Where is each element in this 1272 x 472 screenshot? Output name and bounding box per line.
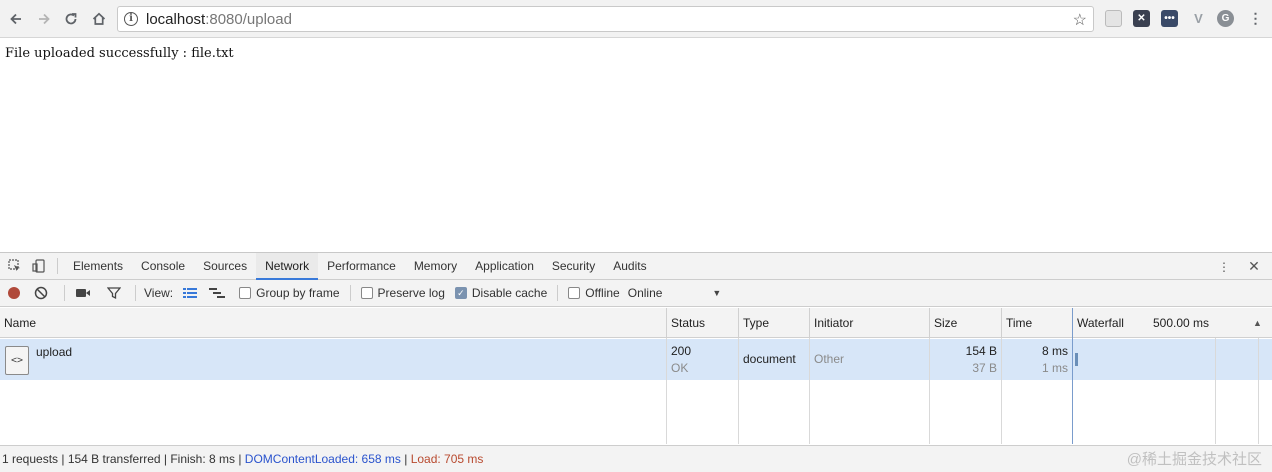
capture-screenshots-icon[interactable] [75, 287, 91, 299]
toolbar-separator [64, 285, 65, 301]
tab-console[interactable]: Console [132, 253, 194, 280]
filter-icon[interactable] [107, 286, 121, 300]
time-latency: 1 ms [1041, 361, 1068, 375]
offline-checkbox[interactable] [568, 287, 581, 299]
tab-application[interactable]: Application [466, 253, 543, 280]
tab-audits[interactable]: Audits [604, 253, 655, 280]
device-toolbar-icon[interactable] [27, 253, 51, 280]
waterfall-scale: 500.00 ms [1153, 316, 1210, 330]
view-label: View: [144, 286, 174, 300]
summary-separator: | [400, 452, 411, 466]
preserve-log-checkbox[interactable] [360, 287, 373, 299]
close-devtools-icon[interactable]: ✕ [1242, 253, 1266, 280]
record-button[interactable] [8, 287, 20, 299]
offline-label: Offline [585, 286, 620, 300]
tab-security[interactable]: Security [543, 253, 604, 280]
network-summary-bar: 1 requests | 154 B transferred | Finish:… [0, 445, 1272, 472]
waterfall-divider [1072, 308, 1073, 444]
extension-g-icon[interactable]: G [1217, 10, 1234, 27]
disable-cache-label: Disable cache [471, 286, 548, 300]
site-info-icon[interactable]: i [124, 12, 138, 26]
tab-memory[interactable]: Memory [405, 253, 466, 280]
column-size[interactable]: Size [930, 308, 1002, 338]
page-message: File uploaded successfully : file.txt [5, 46, 234, 61]
extension-grid-icon[interactable] [1105, 10, 1122, 27]
home-icon [92, 12, 106, 25]
document-icon: <> [5, 346, 29, 375]
inspect-element-icon[interactable] [3, 253, 27, 280]
group-by-frame-checkbox[interactable] [239, 287, 252, 299]
large-rows-icon[interactable] [183, 287, 198, 299]
column-divider [1001, 338, 1002, 444]
extension-x-icon[interactable]: ✕ [1133, 10, 1150, 27]
throttling-select[interactable]: Online ▼ [628, 286, 722, 300]
tab-sources[interactable]: Sources [194, 253, 256, 280]
browser-toolbar: i localhost:8080/upload ☆ ✕ ••• V G ⋮ [0, 0, 1272, 38]
back-button[interactable] [2, 5, 30, 33]
tab-separator [57, 258, 58, 274]
network-toolbar: View: Group by frame Preserve log ✓ Disa… [0, 280, 1272, 307]
table-header: Name Status Type Initiator Size Time Wat… [0, 308, 1272, 338]
bookmark-star-icon[interactable]: ☆ [1073, 10, 1087, 30]
tab-network[interactable]: Network [256, 252, 319, 280]
devtools-tab-bar: Elements Console Sources Network Perform… [0, 252, 1272, 280]
extension-vue-icon[interactable]: V [1190, 10, 1207, 27]
forward-arrow-icon [39, 13, 50, 25]
request-initiator: Other [814, 352, 845, 366]
menu-icon[interactable]: ⋮ [1247, 10, 1264, 27]
waterfall-gridline [1258, 338, 1259, 444]
chevron-down-icon: ▼ [712, 288, 722, 298]
waterfall-gridline [1215, 338, 1216, 444]
requests-table: Name Status Type Initiator Size Time Wat… [0, 308, 1272, 444]
reload-button[interactable] [57, 5, 85, 33]
column-divider [809, 338, 810, 444]
column-divider [666, 338, 667, 444]
home-button[interactable] [85, 5, 113, 33]
column-status[interactable]: Status [667, 308, 739, 338]
request-name: upload [36, 345, 73, 359]
summary-text: 1 requests | 154 B transferred | Finish:… [2, 452, 245, 466]
disable-cache-checkbox[interactable]: ✓ [454, 287, 467, 299]
url-host: localhost [146, 10, 206, 28]
devtools-menu-icon[interactable]: ⋮ [1212, 253, 1236, 280]
size-content: 37 B [972, 361, 997, 375]
toolbar-separator [557, 285, 559, 301]
waterfall-label: Waterfall [1077, 316, 1124, 330]
column-divider [738, 338, 739, 444]
toolbar-separator [349, 285, 351, 301]
extension-dots-icon[interactable]: ••• [1161, 10, 1178, 27]
clear-icon[interactable] [34, 286, 48, 300]
back-arrow-icon [10, 13, 21, 25]
url-path: :8080/upload [205, 10, 292, 28]
preserve-log-label: Preserve log [377, 286, 445, 300]
devtools-panel: Elements Console Sources Network Perform… [0, 252, 1272, 472]
status-text: OK [671, 361, 689, 375]
dom-content-loaded: DOMContentLoaded: 658 ms [244, 452, 401, 466]
sort-arrow-icon: ▲ [1253, 318, 1262, 328]
column-divider [929, 338, 930, 444]
column-type[interactable]: Type [739, 308, 810, 338]
toolbar-separator [135, 285, 136, 301]
column-time[interactable]: Time [1002, 308, 1073, 338]
address-bar[interactable]: i localhost:8080/upload ☆ [117, 6, 1094, 32]
table-row[interactable]: <> upload 200 OK document Other 154 B 37… [0, 339, 1272, 380]
reload-icon [65, 13, 77, 25]
throttling-value: Online [627, 286, 663, 300]
column-initiator[interactable]: Initiator [810, 308, 930, 338]
forward-button[interactable] [30, 5, 58, 33]
column-waterfall[interactable]: Waterfall 500.00 ms ▲ [1073, 308, 1272, 338]
request-type: document [743, 352, 796, 366]
tab-performance[interactable]: Performance [318, 253, 405, 280]
tab-elements[interactable]: Elements [64, 253, 132, 280]
waterfall-bar [1075, 353, 1078, 366]
column-name[interactable]: Name [0, 308, 667, 338]
group-by-frame-label: Group by frame [256, 286, 340, 300]
watermark: @稀土掘金技术社区 [1126, 451, 1262, 468]
load-time: Load: 705 ms [410, 452, 484, 466]
overview-icon[interactable] [209, 287, 226, 299]
